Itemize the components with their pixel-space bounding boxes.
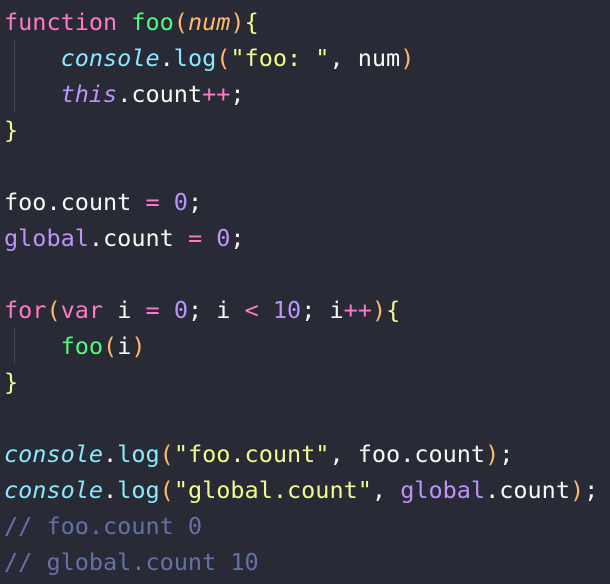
code-token: ( [173, 8, 188, 36]
code-token: foo [131, 8, 174, 36]
code-token: ( [46, 296, 61, 324]
code-token: global [400, 476, 486, 504]
code-token: i [103, 296, 146, 324]
code-token: .count [88, 224, 188, 252]
code-token: ( [159, 476, 174, 504]
code-line[interactable]: // foo.count 0 [0, 508, 610, 544]
code-token: log [117, 440, 160, 468]
code-token: ) [230, 8, 245, 36]
code-line[interactable]: foo(i) [0, 328, 610, 364]
code-line[interactable]: console.log("global.count", global.count… [0, 472, 610, 508]
code-line[interactable]: for(var i = 0; i < 10; i++){ [0, 292, 610, 328]
code-token: "foo.count" [173, 440, 330, 468]
code-line[interactable]: foo.count = 0; [0, 184, 610, 220]
code-token: 10 [272, 296, 302, 324]
code-token: global [4, 224, 89, 252]
code-token: ( [216, 44, 231, 72]
code-token: // global.count 10 [4, 548, 259, 576]
code-token: var [60, 296, 104, 324]
code-token: log [117, 476, 160, 504]
code-token: function [4, 8, 118, 36]
code-token: console [4, 476, 104, 504]
code-token: ; [584, 476, 599, 504]
code-token: { [244, 8, 259, 36]
code-line[interactable]: } [0, 364, 610, 400]
code-token: ) [569, 476, 585, 504]
code-token: ++ [343, 296, 372, 324]
code-token: 0 [173, 188, 188, 216]
code-token: 0 [173, 296, 188, 324]
code-token: . [103, 440, 118, 468]
code-token: = [145, 296, 160, 324]
indent-guide [14, 76, 15, 112]
code-token: // foo.count 0 [4, 512, 203, 540]
code-editor[interactable]: function foo(num){ console.log("foo: ", … [0, 0, 610, 584]
code-token: } [4, 116, 19, 144]
code-token: . [159, 44, 174, 72]
code-token: } [4, 368, 19, 396]
code-line[interactable] [0, 256, 610, 292]
code-line[interactable] [0, 148, 610, 184]
code-token: ; [230, 80, 245, 108]
code-token: ++ [202, 80, 231, 108]
code-token: ) [400, 44, 415, 72]
code-line[interactable]: // global.count 10 [0, 544, 610, 580]
code-token: .count [485, 476, 570, 504]
code-line[interactable]: function foo(num){ [0, 4, 610, 40]
code-token: .count [117, 80, 203, 108]
code-line[interactable]: this.count++; [0, 76, 610, 112]
code-token: ) [485, 440, 500, 468]
code-token: ) [371, 296, 387, 324]
code-token: foo.count [4, 188, 146, 216]
code-token: console [60, 44, 160, 72]
code-token: ( [103, 332, 118, 360]
code-token: ; [230, 224, 245, 252]
code-token: ; i [187, 296, 245, 324]
code-line[interactable]: global.count = 0; [0, 220, 610, 256]
code-token: ; [187, 188, 203, 216]
code-line[interactable]: console.log("foo.count", foo.count); [0, 436, 610, 472]
code-token: ( [159, 440, 174, 468]
code-token: , [371, 476, 401, 504]
code-token: < [244, 296, 259, 324]
code-line[interactable]: } [0, 112, 610, 148]
code-token: this [60, 80, 118, 108]
code-token: log [173, 44, 217, 72]
indent-guide [14, 40, 15, 76]
code-token: console [4, 440, 104, 468]
code-token: i [117, 332, 132, 360]
code-token: 0 [216, 224, 231, 252]
code-token: , num [329, 44, 401, 72]
code-token: . [103, 476, 118, 504]
code-token: for [4, 296, 47, 324]
code-line[interactable]: console.log("foo: ", num) [0, 40, 610, 76]
code-token: { [386, 296, 401, 324]
code-token: "foo: " [230, 44, 330, 72]
code-token: num [187, 8, 231, 36]
code-line[interactable] [0, 400, 610, 436]
code-token: ; i [301, 296, 344, 324]
code-token: ; [499, 440, 514, 468]
code-token: foo [60, 332, 104, 360]
code-token: , foo.count [329, 440, 486, 468]
code-token: "global.count" [173, 476, 372, 504]
code-token: = [145, 188, 160, 216]
indent-guide [14, 328, 15, 364]
code-token: ) [131, 332, 146, 360]
code-token: = [187, 224, 203, 252]
